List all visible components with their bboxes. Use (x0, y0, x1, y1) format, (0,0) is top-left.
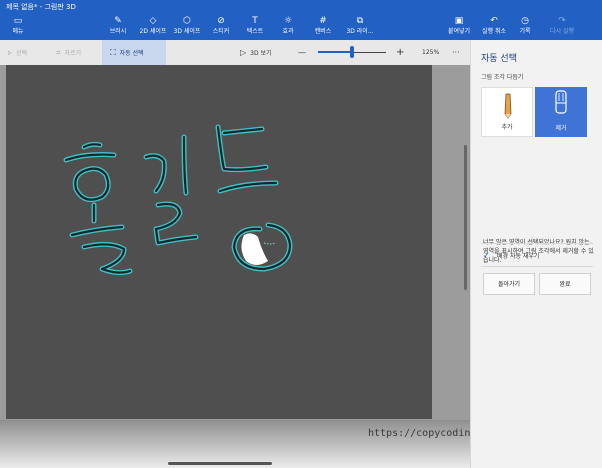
brushes-button[interactable]: ✎ 브러시 (104, 15, 132, 39)
horizontal-scrollbar[interactable] (168, 462, 272, 465)
shapes-2d-button[interactable]: ◇ 2D 셰이프 (136, 15, 170, 39)
paste-button[interactable]: ▣ 붙여넣기 (444, 15, 474, 39)
selection-marquee (263, 242, 277, 245)
divider (481, 266, 593, 267)
done-button[interactable]: 완료 (539, 273, 591, 295)
zoom-slider-thumb[interactable] (350, 46, 354, 58)
drawing-canvas[interactable] (6, 65, 432, 419)
select-button[interactable]: ▹ 선택 (8, 40, 27, 65)
magic-select-button[interactable]: ⛶ 자동 선택 (102, 40, 166, 65)
zoom-out-button[interactable]: — (298, 40, 306, 65)
zoom-slider-fill (318, 51, 352, 53)
selection-toolbar: ▹ 선택 ⌗ 자르기 ⛶ 자동 선택 ▷ 3D 보기 — + 125% ··· (0, 40, 470, 65)
canvas-button[interactable]: # 캔버스 (308, 15, 338, 39)
shapes-2d-icon: ◇ (149, 16, 157, 26)
redo-button[interactable]: ↷ 다시 실행 (546, 15, 578, 39)
shapes-3d-button[interactable]: ⬡ 3D 셰이프 (170, 15, 204, 39)
magic-select-icon: ⛶ (110, 48, 116, 57)
window-title: 제목 없음* - 그림판 3D (6, 3, 76, 11)
autofill-background-checkbox[interactable]: ✓ 배경 자동 채우기 (483, 251, 539, 260)
eraser-icon (555, 90, 567, 114)
main-toolbar: ▭ 메뉴 ✎ 브러시 ◇ 2D 셰이프 ⬡ 3D 셰이프 ⊘ 스티커 T 텍스트… (0, 14, 602, 40)
brush-icon: ✎ (114, 16, 122, 26)
effects-button[interactable]: ☼ 효과 (274, 15, 302, 39)
panel-subtitle: 그림 조각 다듬기 (481, 74, 524, 81)
canvas-icon: # (319, 16, 327, 26)
undo-icon: ↶ (490, 16, 498, 26)
library-3d-icon: ⧉ (356, 16, 364, 26)
redo-icon: ↷ (558, 16, 566, 26)
history-button[interactable]: ◷ 기록 (514, 15, 536, 39)
play-icon: ▷ (240, 48, 247, 57)
menu-button[interactable]: ▭ 메뉴 (6, 15, 30, 39)
crop-button[interactable]: ⌗ 자르기 (56, 40, 81, 65)
undo-button[interactable]: ↶ 실행 취소 (478, 15, 510, 39)
history-icon: ◷ (521, 16, 529, 26)
sticker-icon: ⊘ (217, 16, 225, 26)
text-button[interactable]: T 텍스트 (240, 15, 270, 39)
paste-icon: ▣ (454, 16, 464, 26)
remove-button[interactable]: 제거 (535, 87, 587, 137)
title-bar: 제목 없음* - 그림판 3D (0, 0, 602, 14)
panel-title: 자동 선택 (481, 54, 517, 64)
cursor-icon: ▹ (8, 48, 13, 57)
more-options-button[interactable]: ··· (452, 40, 460, 65)
cube-icon: ⬡ (183, 16, 191, 26)
effects-icon: ☼ (283, 16, 293, 26)
vertical-scrollbar[interactable] (464, 145, 467, 290)
magic-select-panel: 자동 선택 그림 조각 다듬기 추가 제거 너무 많은 영역이 선택되었나요? … (470, 40, 602, 468)
handwriting-drawing (63, 124, 293, 276)
back-button[interactable]: 돌아가기 (483, 273, 535, 295)
library-3d-button[interactable]: ⧉ 3D 라이... (342, 15, 378, 39)
workspace[interactable] (0, 65, 470, 468)
add-button[interactable]: 추가 (481, 87, 533, 137)
pencil-icon (504, 93, 512, 119)
zoom-level: 125% (422, 49, 440, 56)
crop-icon: ⌗ (56, 48, 61, 57)
divider (481, 243, 593, 244)
text-icon: T (252, 16, 258, 26)
erased-region (241, 233, 268, 265)
zoom-in-button[interactable]: + (396, 40, 404, 65)
view-3d-button[interactable]: ▷ 3D 보기 (240, 40, 272, 65)
stickers-button[interactable]: ⊘ 스티커 (206, 15, 236, 39)
folder-icon: ▭ (13, 16, 23, 26)
checkmark-icon: ✓ (483, 251, 490, 260)
